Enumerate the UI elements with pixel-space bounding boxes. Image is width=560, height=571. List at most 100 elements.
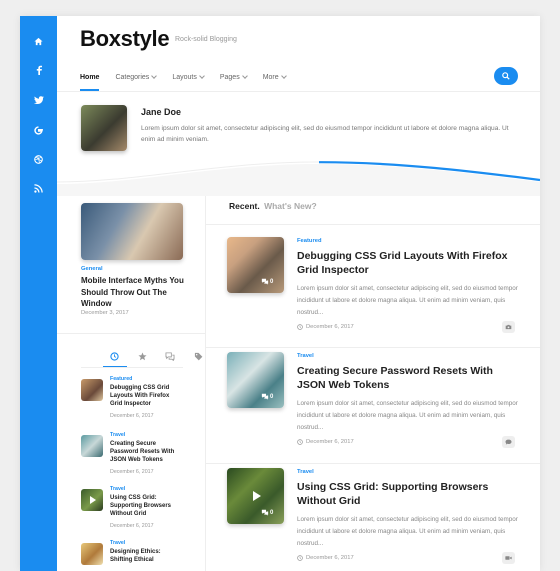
list-item[interactable]: Travel Using CSS Grid: Supporting Browse… [81,486,201,538]
tab-comments[interactable] [159,348,181,364]
post-title[interactable]: Debugging CSS Grid Layouts With Firefox … [297,249,522,277]
featured-post-title[interactable]: Mobile Interface Myths You Should Throw … [81,275,193,310]
author-avatar [81,105,127,151]
post-card: 0 Featured Debugging CSS Grid Layouts Wi… [227,237,527,347]
list-item-title[interactable]: Designing Ethics: Shifting Ethical [110,548,180,564]
tabs-divider [81,367,183,368]
comments-icon [165,351,175,361]
post-category[interactable]: Travel [297,469,314,475]
clock-icon [297,324,303,330]
author-name[interactable]: Jane Doe [141,107,181,117]
nav-item-pages[interactable]: Pages [219,71,248,83]
comment-count-value: 0 [270,393,274,400]
list-item-thumb [81,435,103,457]
page-frame: Boxstyle Rock-solid Blogging Home Catego… [20,16,540,571]
post-thumbnail[interactable]: 0 [227,352,284,408]
social-sidebar [20,16,57,571]
rss-icon[interactable] [20,177,57,199]
chevron-down-icon [151,73,158,79]
home-icon[interactable] [20,30,57,52]
play-icon [253,491,261,501]
post-format-badge [502,436,515,448]
list-item[interactable]: Featured Debugging CSS Grid Layouts With… [81,376,201,428]
list-item-title[interactable]: Using CSS Grid: Supporting Browsers With… [110,494,180,518]
nav-label: Pages [219,73,240,81]
google-plus-icon[interactable] [20,119,57,141]
wave-divider [57,161,540,196]
post-excerpt: Lorem ipsum dolor sit amet, consectetur … [297,516,518,547]
nav-divider [57,91,540,92]
widget-tabs [81,348,202,368]
post-thumbnail[interactable]: 0 [227,468,284,524]
twitter-icon[interactable] [20,89,57,111]
post-divider [205,463,540,464]
post-date: December 6, 2017 [297,439,354,445]
clock-icon [297,555,303,561]
list-item-thumb [81,489,103,511]
nav-label: Layouts [172,73,197,81]
tab-popular[interactable] [131,348,153,364]
comment-count-value: 0 [270,278,274,285]
tab-recent[interactable] [103,348,125,364]
nav-item-layouts[interactable]: Layouts [172,71,205,83]
search-button[interactable] [494,67,518,85]
post-title[interactable]: Using CSS Grid: Supporting Browsers With… [297,480,522,508]
video-icon [505,556,512,560]
list-item-category[interactable]: Travel [110,432,125,438]
post-date-text: December 6, 2017 [306,439,354,445]
chevron-down-icon [280,73,287,79]
featured-post-image[interactable] [81,203,183,260]
nav-item-categories[interactable]: Categories [115,71,158,83]
recent-header: Recent. What's New? [205,196,540,225]
chevron-down-icon [199,73,205,79]
comment-count[interactable]: 0 [261,393,273,400]
nav-label: Home [80,73,100,81]
post-excerpt: Lorem ipsum dolor sit amet, consectetur … [297,400,518,431]
comment-count[interactable]: 0 [261,509,273,516]
search-icon [502,72,510,80]
list-item-date: December 6, 2017 [110,523,154,529]
site-logo[interactable]: Boxstyle [80,26,170,52]
post-thumbnail[interactable]: 0 [227,237,284,293]
comments-icon [261,509,269,516]
left-sidebar: General Mobile Interface Myths You Shoul… [57,196,206,571]
main-area: Boxstyle Rock-solid Blogging Home Catego… [57,16,540,571]
list-item[interactable]: Travel Creating Secure Password Resets W… [81,432,201,484]
star-icon [137,352,147,360]
comment-count[interactable]: 0 [261,278,273,285]
post-date-text: December 6, 2017 [306,555,354,561]
camera-icon [505,324,512,330]
post-excerpt: Lorem ipsum dolor sit amet, consectetur … [297,285,518,316]
comment-count-value: 0 [270,509,274,516]
post-format-badge [502,552,515,564]
post-format-badge [502,321,515,333]
post-date-text: December 6, 2017 [306,324,354,330]
list-item[interactable]: Travel Designing Ethics: Shifting Ethica… [81,540,201,571]
dribbble-icon[interactable] [20,148,57,170]
list-item-category[interactable]: Travel [110,540,125,546]
post-title[interactable]: Creating Secure Password Resets With JSO… [297,364,522,392]
facebook-icon[interactable] [20,59,57,81]
nav-item-more[interactable]: More [263,71,287,83]
list-item-category[interactable]: Featured [110,376,132,382]
list-item-thumb [81,543,103,565]
list-item-title[interactable]: Debugging CSS Grid Layouts With Firefox … [110,384,180,408]
recent-title: Recent. What's New? [229,201,317,211]
list-item-category[interactable]: Travel [110,486,125,492]
post-date: December 6, 2017 [297,324,354,330]
list-item-title[interactable]: Creating Secure Password Resets With JSO… [110,440,180,464]
tag-icon [194,352,202,360]
post-category[interactable]: Travel [297,353,314,359]
nav-item-home[interactable]: Home [80,71,100,91]
nav-label: Categories [115,73,150,81]
post-card: 0 Travel Creating Secure Password Resets… [227,352,527,462]
list-item-date: December 6, 2017 [110,469,154,475]
list-item-date: December 6, 2017 [110,413,154,419]
comments-icon [261,278,269,285]
post-card: 0 Travel Using CSS Grid: Supporting Brow… [227,468,527,571]
featured-post-category[interactable]: General [81,266,103,272]
tab-tags[interactable] [187,348,209,364]
post-category[interactable]: Featured [297,238,321,244]
clock-icon [109,351,119,361]
recent-title-text: Recent. [229,201,260,211]
